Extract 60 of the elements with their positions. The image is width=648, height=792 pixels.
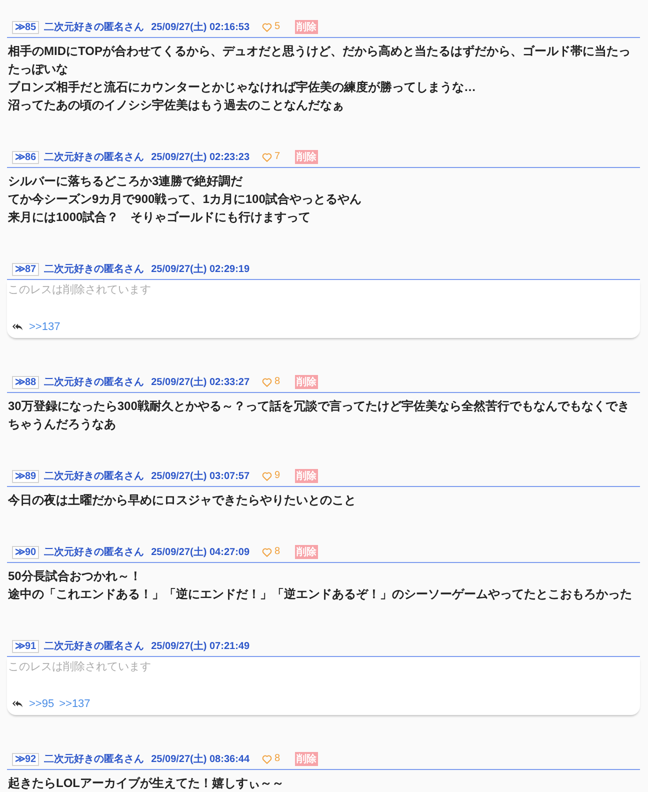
- heart-icon: [262, 378, 272, 386]
- like-button[interactable]: 8: [262, 376, 280, 388]
- heart-icon: [262, 22, 272, 32]
- post-date: 25/09/27(土) 02:23:23: [151, 150, 250, 164]
- post-text-line: 来月には1000試合？ そりゃゴールドにも行けますって: [8, 209, 312, 226]
- delete-button[interactable]: 削除: [295, 469, 318, 483]
- post-date: 25/09/27(土) 02:33:27: [151, 376, 250, 389]
- post-number-link[interactable]: ≫85: [12, 20, 40, 34]
- post-text-line: 50分長試合おつかれ～！: [8, 568, 142, 585]
- like-button[interactable]: 9: [262, 470, 280, 482]
- poster-name: 二次元好きの匿名さん: [44, 470, 144, 483]
- reply-all-icon: [12, 323, 23, 331]
- heart-icon: [262, 472, 272, 480]
- post-number-link[interactable]: ≫91: [12, 640, 40, 652]
- heart-icon: [262, 754, 272, 764]
- post-text-line: ブロンズ相手だと流石にカウンターとかじゃなければ宇佐美の練度が勝ってしまうな…: [8, 79, 477, 96]
- post-text-line: 途中の「これエンドある！」「逆にエンドだ！」「逆エンドあるぞ！」のシーソーゲームやってたとこおもろかった: [8, 586, 633, 603]
- post-date: 25/09/27(土) 03:07:57: [151, 470, 250, 483]
- poster-name: 二次元好きの匿名さん: [44, 150, 144, 164]
- delete-button[interactable]: 削除: [295, 20, 318, 34]
- heart-icon: [262, 152, 272, 162]
- post-date: 25/09/27(土) 04:27:09: [151, 546, 250, 559]
- delete-button[interactable]: 削除: [295, 150, 318, 164]
- post-text-line: 相手のMIDにTOPが合わせてくるから、デュオだと思うけど、だから高めと当たるはずだから、ゴールド帯に当たったっぽいな: [8, 43, 632, 78]
- delete-button[interactable]: 削除: [295, 375, 318, 389]
- post-text-line: 起きたらLOLアーカイブが生えてた！嬉しすぃ～～: [8, 775, 285, 792]
- post-number-link[interactable]: ≫89: [12, 470, 40, 482]
- post-date: 25/09/27(土) 02:16:53: [151, 20, 250, 34]
- post-number-link[interactable]: ≫86: [12, 150, 40, 164]
- post-number-link[interactable]: ≫87: [12, 262, 40, 276]
- like-button[interactable]: 5: [262, 21, 280, 33]
- post-text-line: シルバーに落ちるどころか3連勝で絶好調だ: [8, 173, 244, 190]
- heart-icon: [262, 548, 272, 556]
- poster-name: 二次元好きの匿名さん: [44, 20, 144, 34]
- reply-all-icon: [12, 700, 23, 708]
- delete-button[interactable]: 削除: [295, 545, 318, 559]
- poster-name: 二次元好きの匿名さん: [44, 262, 144, 276]
- post-text-line: 30万登録になったら300戦耐久とかやる～？って話を冗談で言ってたけど宇佐美なら全然苦行でもなんでもなくできちゃうんだろうなあ: [8, 398, 630, 433]
- post-text-line: てか今シーズン9カ月で900戦って、1カ月に100試合やっとるやん: [8, 191, 362, 208]
- post-number-link[interactable]: ≫88: [12, 376, 40, 388]
- reply-link[interactable]: >>137: [59, 696, 90, 712]
- delete-button[interactable]: 削除: [295, 752, 318, 766]
- like-button[interactable]: 8: [262, 753, 280, 765]
- post-number-link[interactable]: ≫90: [12, 546, 40, 558]
- poster-name: 二次元好きの匿名さん: [44, 546, 144, 559]
- post-text-line: 沼ってたあの頃のイノシシ宇佐美はもう過去のことなんだなぁ: [8, 97, 345, 114]
- post-date: 25/09/27(土) 08:36:44: [151, 752, 250, 766]
- like-button[interactable]: 7: [262, 151, 280, 163]
- poster-name: 二次元好きの匿名さん: [44, 752, 144, 766]
- poster-name: 二次元好きの匿名さん: [44, 640, 144, 653]
- post-date: 25/09/27(土) 02:29:19: [151, 262, 250, 276]
- poster-name: 二次元好きの匿名さん: [44, 376, 144, 389]
- post-date: 25/09/27(土) 07:21:49: [151, 640, 250, 653]
- post-number-link[interactable]: ≫92: [12, 752, 40, 766]
- post-text-line: 今日の夜は土曜だから早めにロスジャできたらやりたいとのこと: [8, 492, 357, 509]
- deleted-notice: このレスは削除されています: [8, 283, 152, 298]
- reply-link[interactable]: >>137: [29, 319, 60, 335]
- reply-link[interactable]: >>95: [29, 696, 54, 712]
- like-button[interactable]: 8: [262, 546, 280, 558]
- deleted-notice: このレスは削除されています: [8, 660, 152, 675]
